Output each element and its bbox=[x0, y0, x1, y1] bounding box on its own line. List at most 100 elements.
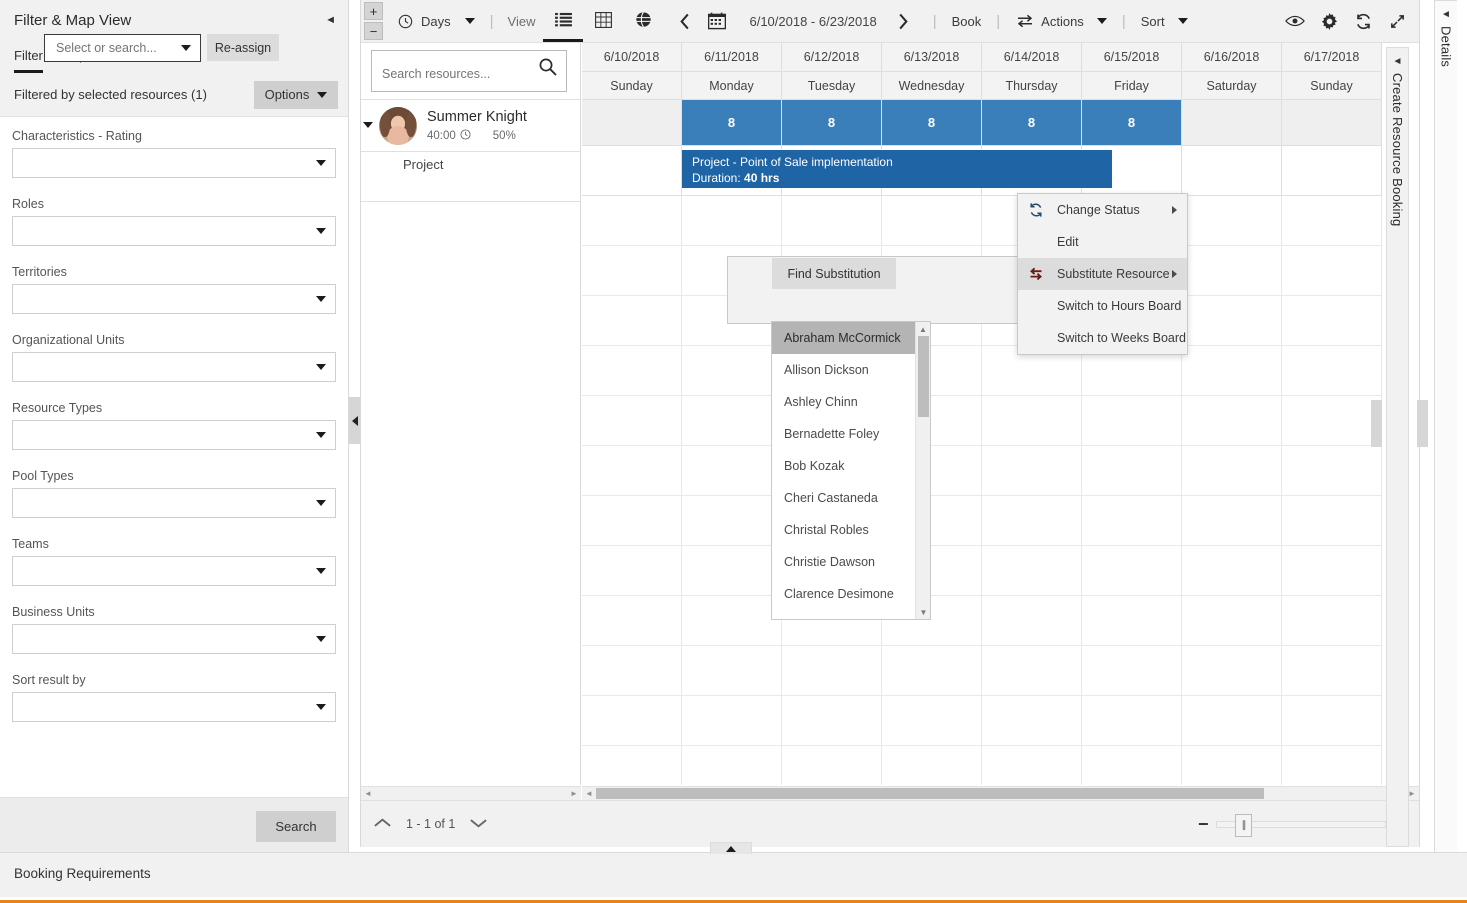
search-button[interactable]: Search bbox=[256, 811, 336, 842]
list-item[interactable]: Christie Dawson bbox=[772, 546, 917, 578]
zoom-out-button[interactable]: − bbox=[364, 22, 383, 40]
empty-cell bbox=[982, 746, 1082, 785]
gear-icon[interactable] bbox=[1319, 11, 1339, 31]
scroll-thumb[interactable] bbox=[596, 788, 1264, 799]
list-item[interactable]: Abraham McCormick bbox=[772, 322, 917, 354]
actions-dropdown[interactable]: Actions bbox=[1006, 0, 1116, 42]
date-range-label[interactable]: 6/10/2018 - 6/23/2018 bbox=[739, 14, 886, 29]
menu-item-substitute-resource[interactable]: Substitute Resource bbox=[1018, 258, 1187, 290]
teams-select[interactable] bbox=[12, 556, 336, 586]
create-resource-booking-rail[interactable]: ◄ Create Resource Booking bbox=[1386, 47, 1409, 847]
sort-dropdown[interactable]: Sort bbox=[1132, 0, 1197, 42]
list-item[interactable]: Christal Robles bbox=[772, 514, 917, 546]
next-period-button[interactable] bbox=[893, 11, 913, 31]
scroll-left-arrow[interactable]: ◄ bbox=[582, 789, 596, 798]
substitution-search-input[interactable] bbox=[54, 40, 174, 56]
zoom-in-button[interactable]: + bbox=[364, 2, 383, 20]
date-header-cell[interactable]: 6/14/2018 bbox=[982, 43, 1082, 72]
sort-result-by-select[interactable] bbox=[12, 692, 336, 722]
resource-types-select[interactable] bbox=[12, 420, 336, 450]
chevron-down-icon[interactable] bbox=[469, 817, 488, 832]
date-header-cell[interactable]: 6/16/2018 bbox=[1182, 43, 1282, 72]
timescale-dropdown[interactable]: Days bbox=[386, 0, 484, 42]
list-item[interactable]: Bob Kozak bbox=[772, 450, 917, 482]
zoom-out-button[interactable]: − bbox=[1198, 815, 1209, 833]
resource-search-box[interactable] bbox=[371, 50, 567, 92]
refresh-icon[interactable] bbox=[1353, 11, 1373, 31]
list-item[interactable]: Ashley Chinn bbox=[772, 386, 917, 418]
date-header-cell[interactable]: 6/11/2018 bbox=[682, 43, 782, 72]
booking-bar[interactable]: Project - Point of Sale implementation D… bbox=[682, 150, 1112, 188]
date-header-cell[interactable]: 6/15/2018 bbox=[1082, 43, 1182, 72]
tab-filter[interactable]: Filter bbox=[14, 48, 43, 73]
slider-thumb-icon[interactable]: ∥ bbox=[1235, 814, 1252, 837]
capacity-cell[interactable]: 8 bbox=[882, 100, 982, 146]
resource-hscrollbar[interactable]: ◄ ► bbox=[361, 786, 581, 800]
zoom-slider-track[interactable]: ∥ bbox=[1216, 821, 1386, 828]
menu-item-switch-to-hours-board[interactable]: Switch to Hours Board bbox=[1018, 290, 1187, 322]
capacity-cell[interactable] bbox=[582, 100, 682, 146]
date-header-cell[interactable]: 6/17/2018 bbox=[1282, 43, 1382, 72]
chevron-left-icon[interactable]: ◄ bbox=[325, 14, 336, 26]
capacity-cell[interactable] bbox=[1182, 100, 1282, 146]
menu-item-change-status[interactable]: Change Status bbox=[1018, 194, 1187, 226]
scroll-right-arrow[interactable]: ► bbox=[567, 789, 581, 798]
capacity-cell[interactable] bbox=[1282, 100, 1382, 146]
board-right-splitter-handle[interactable] bbox=[1371, 400, 1382, 447]
scroll-down-arrow[interactable]: ▼ bbox=[916, 605, 931, 619]
list-item[interactable]: Clarence Desimone bbox=[772, 578, 917, 610]
globe-view-button[interactable] bbox=[623, 0, 663, 42]
list-view-button[interactable] bbox=[543, 0, 583, 42]
find-substitution-tab[interactable]: Find Substitution bbox=[772, 258, 896, 289]
table-view-button[interactable] bbox=[583, 0, 623, 42]
options-button[interactable]: Options bbox=[254, 81, 338, 109]
chevron-down-icon[interactable] bbox=[181, 45, 191, 51]
chevron-left-icon[interactable]: ◄ bbox=[1393, 56, 1403, 67]
scroll-up-arrow[interactable]: ▲ bbox=[916, 322, 930, 336]
booking-slot[interactable] bbox=[582, 146, 682, 196]
booking-slot[interactable] bbox=[1182, 146, 1282, 196]
substitution-combo[interactable] bbox=[44, 34, 201, 62]
reassign-button[interactable]: Re-assign bbox=[207, 34, 279, 61]
book-button[interactable]: Book bbox=[943, 0, 991, 42]
resource-subrow-project[interactable]: Project bbox=[361, 152, 580, 202]
roles-select[interactable] bbox=[12, 216, 336, 246]
business-units-select[interactable] bbox=[12, 624, 336, 654]
schedule-hscrollbar[interactable]: ◄ ► bbox=[582, 786, 1419, 800]
sidebar-splitter-handle[interactable] bbox=[349, 397, 360, 444]
resource-metrics: 40:00 50% bbox=[427, 129, 527, 143]
characteristics-rating-select[interactable] bbox=[12, 148, 336, 178]
territories-select[interactable] bbox=[12, 284, 336, 314]
eye-icon[interactable] bbox=[1285, 11, 1305, 31]
list-item[interactable]: Allison Dickson bbox=[772, 354, 917, 386]
scroll-left-arrow[interactable]: ◄ bbox=[361, 789, 375, 798]
capacity-cell[interactable]: 8 bbox=[682, 100, 782, 146]
search-icon[interactable] bbox=[538, 57, 558, 80]
booking-slot[interactable] bbox=[1282, 146, 1382, 196]
details-rail[interactable]: ◄ Details bbox=[1434, 0, 1457, 880]
capacity-cell[interactable]: 8 bbox=[1082, 100, 1182, 146]
capacity-cell[interactable]: 8 bbox=[982, 100, 1082, 146]
prev-period-button[interactable] bbox=[675, 11, 695, 31]
resource-row-summer-knight[interactable]: Summer Knight 40:00 50% bbox=[361, 100, 580, 152]
panel-expand-button[interactable] bbox=[710, 842, 752, 854]
scroll-thumb[interactable] bbox=[918, 336, 929, 417]
calendar-icon[interactable] bbox=[707, 11, 727, 31]
capacity-cell[interactable]: 8 bbox=[782, 100, 882, 146]
list-item[interactable]: Bernadette Foley bbox=[772, 418, 917, 450]
date-header-cell[interactable]: 6/10/2018 bbox=[582, 43, 682, 72]
organizational-units-select[interactable] bbox=[12, 352, 336, 382]
date-header-cell[interactable]: 6/12/2018 bbox=[782, 43, 882, 72]
menu-item-edit[interactable]: Edit bbox=[1018, 226, 1187, 258]
details-splitter-handle[interactable] bbox=[1417, 400, 1428, 447]
substitution-list-scrollbar[interactable]: ▲ ▼ bbox=[915, 322, 930, 619]
expand-diagonal-icon[interactable] bbox=[1387, 11, 1407, 31]
chevron-left-icon[interactable]: ◄ bbox=[1441, 9, 1451, 20]
pool-types-select[interactable] bbox=[12, 488, 336, 518]
chevron-up-icon[interactable] bbox=[373, 817, 392, 832]
chevron-down-icon[interactable] bbox=[363, 122, 373, 128]
menu-item-switch-to-weeks-board[interactable]: Switch to Weeks Board bbox=[1018, 322, 1187, 354]
list-item[interactable]: Cheri Castaneda bbox=[772, 482, 917, 514]
date-header-cell[interactable]: 6/13/2018 bbox=[882, 43, 982, 72]
search-input[interactable] bbox=[380, 63, 540, 85]
